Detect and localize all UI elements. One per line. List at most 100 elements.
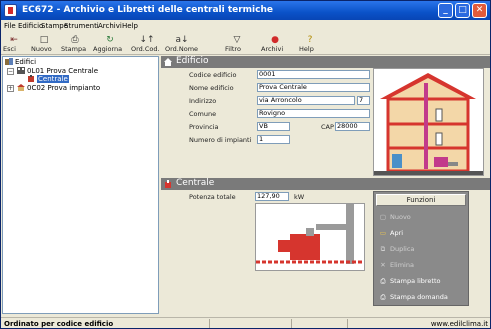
toolbar-new-button[interactable]: □ Nuovo xyxy=(31,35,57,54)
function-print-booklet-button[interactable]: ⎙ Stampa libretto xyxy=(378,277,441,289)
cap-field[interactable]: 28000 xyxy=(335,122,370,131)
provincia-field[interactable]: VB xyxy=(257,122,290,131)
tree-item-building-2[interactable]: 0C02 Prova impianto xyxy=(17,84,100,92)
new-icon: □ xyxy=(39,35,49,45)
toolbar-exit-label: Esci xyxy=(3,45,16,53)
codice-field[interactable]: 0001 xyxy=(257,70,370,79)
nome-field[interactable]: Prova Centrale xyxy=(257,83,370,92)
function-print-booklet-label: Stampa libretto xyxy=(390,277,441,285)
indirizzo-label: Indirizzo xyxy=(189,97,217,105)
tree-item-name: Prova Centrale xyxy=(46,67,99,75)
toolbar-sort-code-button[interactable]: ↓↑ Ord.Cod. xyxy=(131,35,163,54)
function-duplicate-label: Duplica xyxy=(390,245,415,253)
function-delete-label: Elimina xyxy=(390,261,414,269)
function-print-request-label: Stampa domanda xyxy=(390,293,448,301)
function-new-label: Nuovo xyxy=(390,213,411,221)
status-divider-3 xyxy=(347,319,348,328)
maximize-button[interactable]: □ xyxy=(455,3,470,18)
function-duplicate-button[interactable]: ⧉ Duplica xyxy=(378,245,415,257)
toolbar: ⇤ Esci □ Nuovo ⎙ Stampa ↻ Aggiorna ↓↑ Or… xyxy=(1,33,490,55)
house-icon xyxy=(17,84,25,91)
app-icon xyxy=(4,4,17,17)
minimize-button[interactable]: _ xyxy=(438,3,453,18)
print-booklet-icon: ⎙ xyxy=(380,277,386,285)
close-button[interactable]: ✕ xyxy=(472,3,487,18)
archive-icon: ● xyxy=(271,35,279,45)
tree-expand-toggle[interactable]: − xyxy=(7,68,14,75)
toolbar-sort-name-label: Ord.Nome xyxy=(165,45,199,53)
building-illustration xyxy=(373,68,484,176)
tree-item-name-2: Prova impianto xyxy=(47,84,101,92)
edificio-header: Edificio xyxy=(161,56,490,68)
toolbar-exit-button[interactable]: ⇤ Esci xyxy=(3,35,25,54)
boiler-drawing xyxy=(256,204,364,264)
sort-code-icon: ↓↑ xyxy=(139,35,155,45)
potenza-field[interactable]: 127,90 xyxy=(255,192,289,201)
menu-archivi[interactable]: Archivi xyxy=(98,22,122,30)
window-title: EC672 - Archivio e Libretti delle centra… xyxy=(22,5,273,15)
function-open-label: Apri xyxy=(390,229,404,237)
help-icon: ? xyxy=(307,35,313,45)
functions-panel: Funzioni ▢ Nuovo ▭ Apri ⧉ Duplica ✕ Elimina … xyxy=(373,191,469,306)
tree-item-building[interactable]: 0L01 Prova Centrale xyxy=(17,67,98,75)
tree-item-centrale-label: Centrale xyxy=(37,75,69,83)
print-icon: ⎙ xyxy=(71,35,79,45)
delete-icon: ✕ xyxy=(380,261,386,269)
new-doc-icon: ▢ xyxy=(379,213,387,221)
nome-label: Nome edificio xyxy=(189,84,234,92)
comune-field[interactable]: Rovigno xyxy=(257,109,370,118)
menu-edificio[interactable]: Edificio xyxy=(18,22,43,30)
tree-item-centrale[interactable]: Centrale xyxy=(27,75,69,83)
toolbar-help-button[interactable]: ? Help xyxy=(299,35,321,54)
toolbar-filter-button[interactable]: ▽ Filtro xyxy=(225,35,249,54)
building-icon xyxy=(17,67,25,74)
toolbar-sort-name-button[interactable]: a↓ Ord.Nome xyxy=(165,35,199,54)
title-bar[interactable]: EC672 - Archivio e Libretti delle centra… xyxy=(1,1,490,20)
filter-icon: ▽ xyxy=(233,35,241,45)
provincia-label: Provincia xyxy=(189,123,219,131)
status-sort-text: Ordinato per codice edificio xyxy=(4,320,114,328)
toolbar-refresh-button[interactable]: ↻ Aggiorna xyxy=(93,35,127,54)
tree-root[interactable]: Edifici xyxy=(5,58,36,66)
function-print-request-button[interactable]: ⎙ Stampa domanda xyxy=(378,293,448,305)
menu-file[interactable]: File xyxy=(4,22,16,30)
toolbar-refresh-label: Aggiorna xyxy=(93,45,123,53)
status-divider xyxy=(209,319,210,328)
toolbar-sort-code-label: Ord.Cod. xyxy=(131,45,160,53)
toolbar-new-label: Nuovo xyxy=(31,45,52,53)
function-delete-button[interactable]: ✕ Elimina xyxy=(378,261,414,273)
app-window: EC672 - Archivio e Libretti delle centra… xyxy=(0,0,491,329)
comune-label: Comune xyxy=(189,110,217,118)
impianti-field[interactable]: 1 xyxy=(257,135,290,144)
functions-heading: Funzioni xyxy=(376,194,466,206)
impianti-label: Numero di impianti xyxy=(189,136,252,144)
print-request-icon: ⎙ xyxy=(380,293,386,301)
buildings-icon xyxy=(5,58,13,65)
function-new-button[interactable]: ▢ Nuovo xyxy=(378,213,411,225)
status-bar: Ordinato per codice edificio www.edilcli… xyxy=(1,317,490,328)
toolbar-archive-button[interactable]: ● Archivi xyxy=(261,35,289,54)
indirizzo-field[interactable]: via Arroncolo xyxy=(257,96,355,105)
house-section-icon xyxy=(164,58,172,66)
toolbar-archive-label: Archivi xyxy=(261,45,284,53)
menu-help[interactable]: Help xyxy=(122,22,138,30)
boiler-icon xyxy=(28,75,34,82)
function-open-button[interactable]: ▭ Apri xyxy=(378,229,403,241)
centrale-header: Centrale xyxy=(161,178,490,190)
building-drawing xyxy=(374,73,483,175)
status-website-link[interactable]: www.edilclima.it xyxy=(431,320,488,328)
potenza-label: Potenza totale xyxy=(189,193,236,201)
sort-name-icon: a↓ xyxy=(175,35,189,45)
cap-label: CAP xyxy=(321,123,334,131)
menu-strumenti[interactable]: Strumenti xyxy=(64,22,99,30)
tree-expand-toggle-2[interactable]: + xyxy=(7,85,14,92)
building-tree: Edifici − 0L01 Prova Centrale Centrale +… xyxy=(2,56,159,314)
tree-root-label: Edifici xyxy=(15,58,37,66)
duplicate-icon: ⧉ xyxy=(380,245,386,253)
edificio-heading: Edificio xyxy=(176,56,209,66)
boiler-section-icon xyxy=(165,180,171,188)
toolbar-filter-label: Filtro xyxy=(225,45,241,53)
civico-field[interactable]: 7 xyxy=(357,96,370,105)
menu-bar: File Edificio Stampe Strumenti Archivi H… xyxy=(1,20,490,33)
toolbar-print-button[interactable]: ⎙ Stampa xyxy=(61,35,89,54)
